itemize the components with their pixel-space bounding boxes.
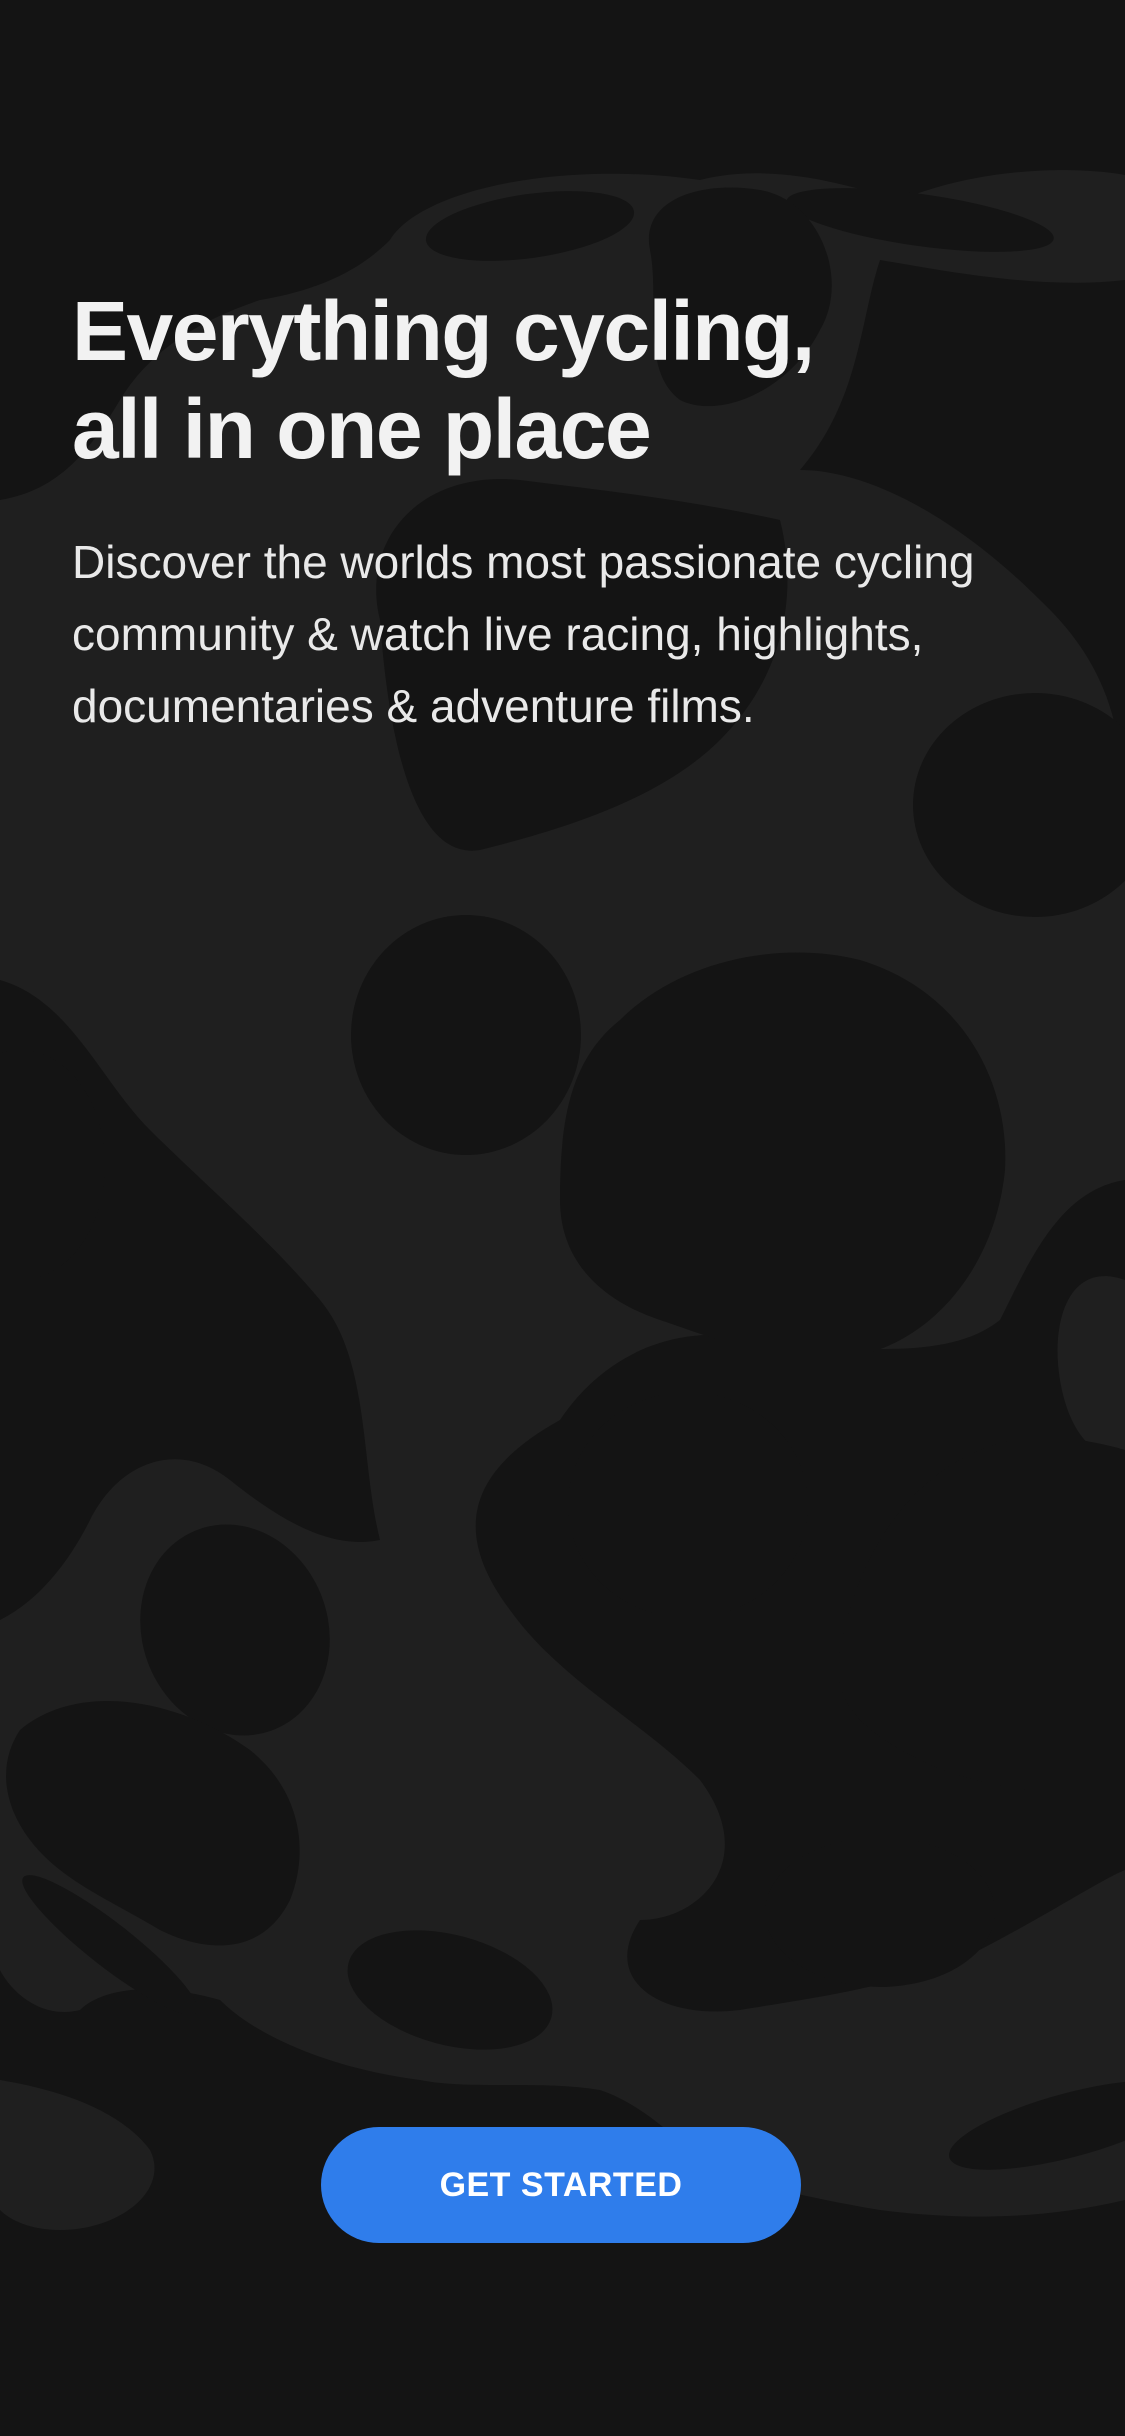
subtitle-line-3: documentaries & adventure films. <box>72 680 755 732</box>
headline-line-2: all in one place <box>72 382 652 476</box>
subtitle: Discover the worlds most passionate cycl… <box>72 526 1072 742</box>
subtitle-line-1: Discover the worlds most passionate cycl… <box>72 536 975 588</box>
subtitle-line-2: community & watch live racing, highlight… <box>72 608 924 660</box>
headline: Everything cycling, all in one place <box>72 282 1072 478</box>
onboarding-screen: Everything cycling, all in one place Dis… <box>0 0 1125 2436</box>
get-started-button[interactable]: GET STARTED <box>321 2127 801 2243</box>
headline-line-1: Everything cycling, <box>72 284 815 378</box>
